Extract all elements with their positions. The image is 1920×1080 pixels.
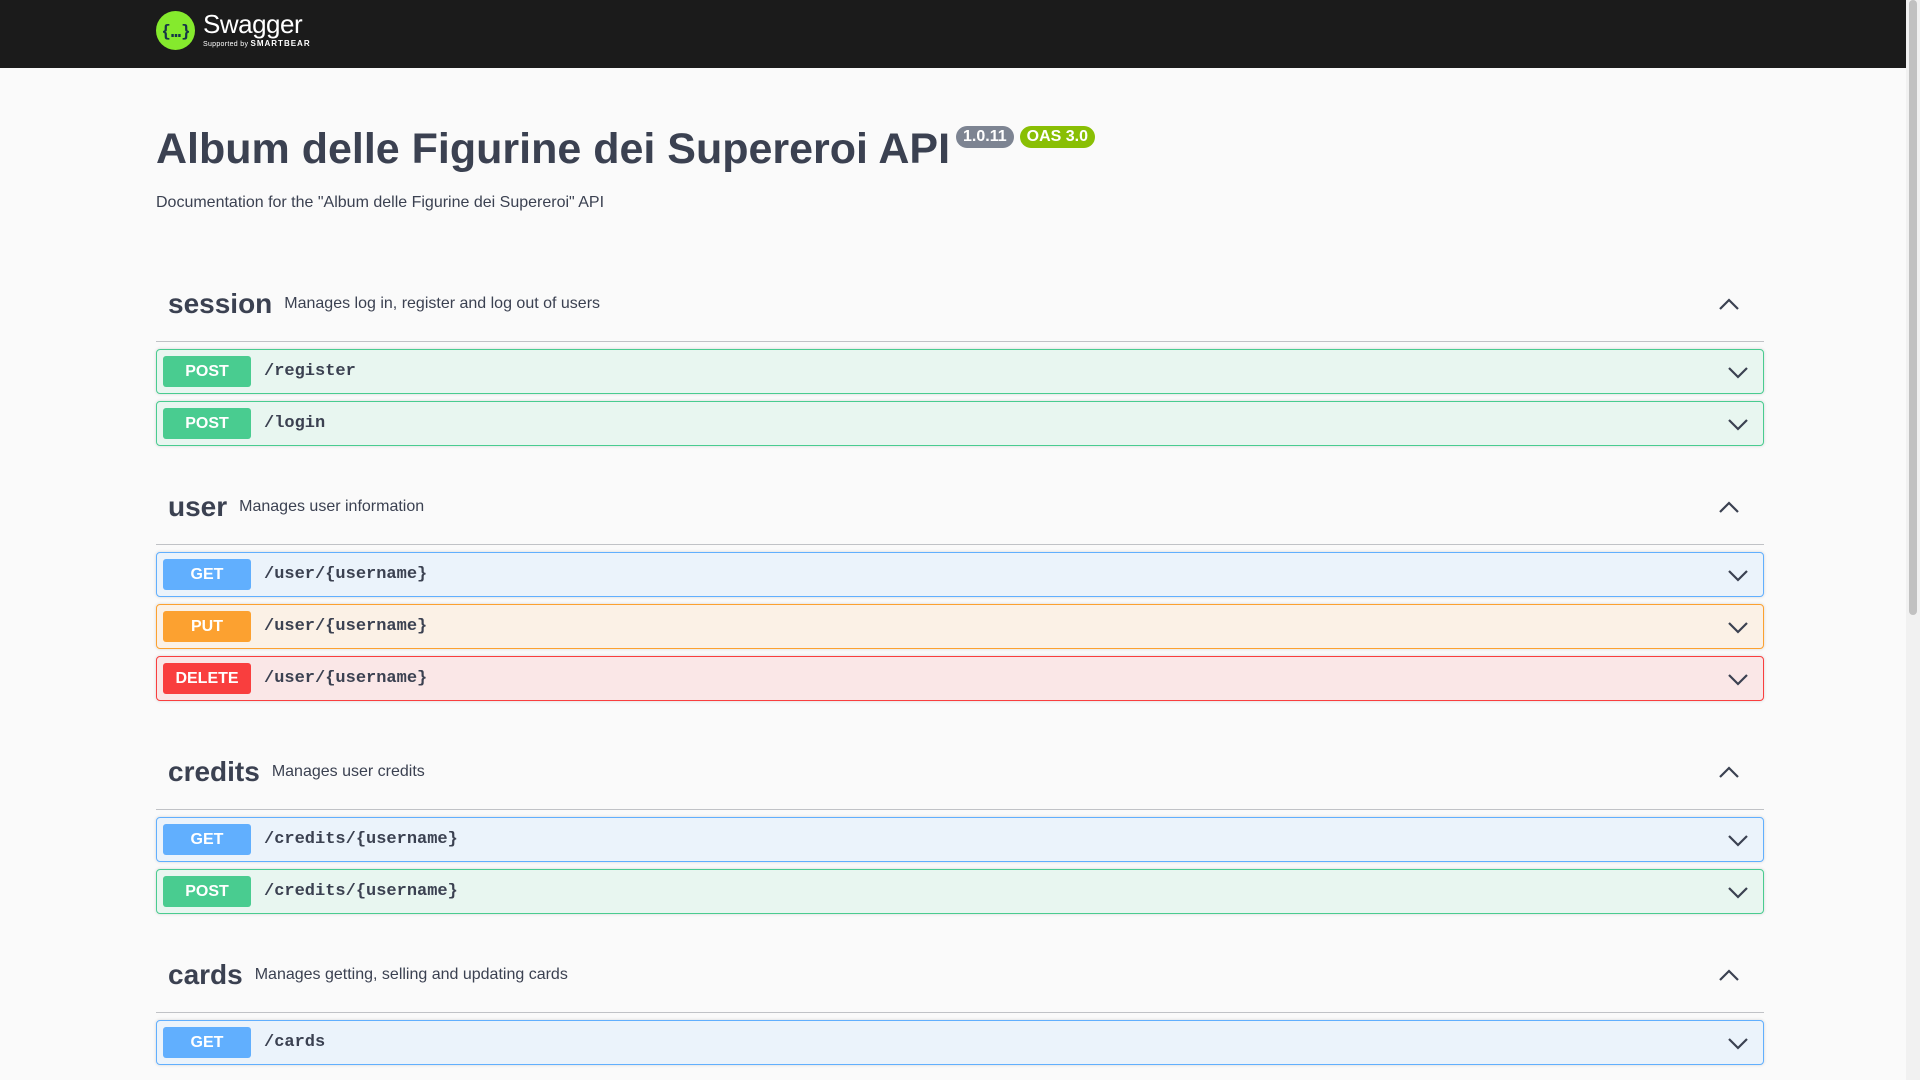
tag-section-credits: credits Manages user credits GET/credits/{… [156, 734, 1764, 914]
method-badge: GET [163, 824, 251, 855]
method-badge: POST [163, 356, 251, 387]
chevron-up-icon[interactable] [1718, 295, 1740, 313]
scrollbar-thumb[interactable] [1909, 0, 1917, 615]
tag-header-user[interactable]: user Manages user information [156, 469, 1764, 545]
tag-name: session [168, 287, 273, 319]
operation-get[interactable]: GET/credits/{username} [156, 817, 1764, 862]
chevron-up-icon[interactable] [1718, 763, 1740, 781]
chevron-up-icon[interactable] [1718, 966, 1740, 984]
tag-name: cards [168, 958, 243, 990]
chevron-down-icon[interactable] [1727, 619, 1749, 635]
operation-path: /credits/{username} [264, 830, 458, 849]
tag-section-session: session Manages log in, register and log … [156, 266, 1764, 446]
operation-put[interactable]: PUT/user/{username} [156, 604, 1764, 649]
operation-delete[interactable]: DELETE/user/{username} [156, 656, 1764, 701]
tag-header-session[interactable]: session Manages log in, register and log … [156, 266, 1764, 342]
operation-get[interactable]: GET/user/{username} [156, 552, 1764, 597]
page-title: Album delle Figurine dei Supereroi API [156, 125, 951, 173]
operation-get[interactable]: GET/cards [156, 1020, 1764, 1065]
tag-name: user [168, 490, 228, 522]
tag-header-cards[interactable]: cards Manages getting, selling and updati… [156, 937, 1764, 1013]
method-badge: PUT [163, 611, 251, 642]
tag-description: Manages log in, register and log out of … [284, 294, 601, 312]
chevron-down-icon[interactable] [1727, 884, 1749, 900]
operation-path: /credits/{username} [264, 882, 458, 901]
operation-path: /login [264, 414, 326, 433]
info-title-row: Album delle Figurine dei Supereroi API 1… [156, 124, 1095, 174]
tag-description: Manages getting, selling and updating ca… [254, 965, 568, 983]
tag-name: credits [168, 755, 260, 787]
version-badge: 1.0.11 [956, 126, 1014, 148]
chevron-down-icon[interactable] [1727, 671, 1749, 687]
operation-path: /user/{username} [264, 565, 428, 584]
page-scrollbar[interactable] [1906, 0, 1920, 1080]
topbar: {…} Swagger Supported by SMARTBEAR [0, 0, 1920, 68]
operation-post[interactable]: POST/credits/{username} [156, 869, 1764, 914]
tag-description: Manages user information [239, 497, 425, 515]
method-badge: GET [163, 1027, 251, 1058]
swagger-braces-icon: {…} [156, 11, 195, 50]
chevron-down-icon[interactable] [1727, 364, 1749, 380]
chevron-down-icon[interactable] [1727, 832, 1749, 848]
operation-post[interactable]: POST/register [156, 349, 1764, 394]
operation-path: /register [264, 362, 356, 381]
logo-subtitle: Supported by SMARTBEAR [203, 39, 311, 48]
logo-name: Swagger [203, 9, 303, 39]
chevron-down-icon[interactable] [1727, 567, 1749, 583]
operation-path: /user/{username} [264, 669, 428, 688]
method-badge: GET [163, 559, 251, 590]
svg-text:{…}: {…} [163, 22, 189, 42]
api-description: Documentation for the "Album delle Figur… [156, 194, 605, 211]
chevron-down-icon[interactable] [1727, 1035, 1749, 1051]
oas-badge: OAS 3.0 [1019, 126, 1095, 148]
tag-header-credits[interactable]: credits Manages user credits [156, 734, 1764, 810]
method-badge: POST [163, 408, 251, 439]
method-badge: DELETE [163, 663, 251, 694]
operation-path: /cards [264, 1033, 326, 1052]
operation-post[interactable]: POST/login [156, 401, 1764, 446]
swagger-logo[interactable]: {…} Swagger Supported by SMARTBEAR [156, 11, 311, 50]
method-badge: POST [163, 876, 251, 907]
chevron-up-icon[interactable] [1718, 498, 1740, 516]
tag-description: Manages user credits [271, 762, 425, 780]
tag-section-user: user Manages user information GET/user/{us… [156, 469, 1764, 701]
tag-section-cards: cards Manages getting, selling and updati… [156, 937, 1764, 1065]
operation-path: /user/{username} [264, 617, 428, 636]
chevron-down-icon[interactable] [1727, 416, 1749, 432]
